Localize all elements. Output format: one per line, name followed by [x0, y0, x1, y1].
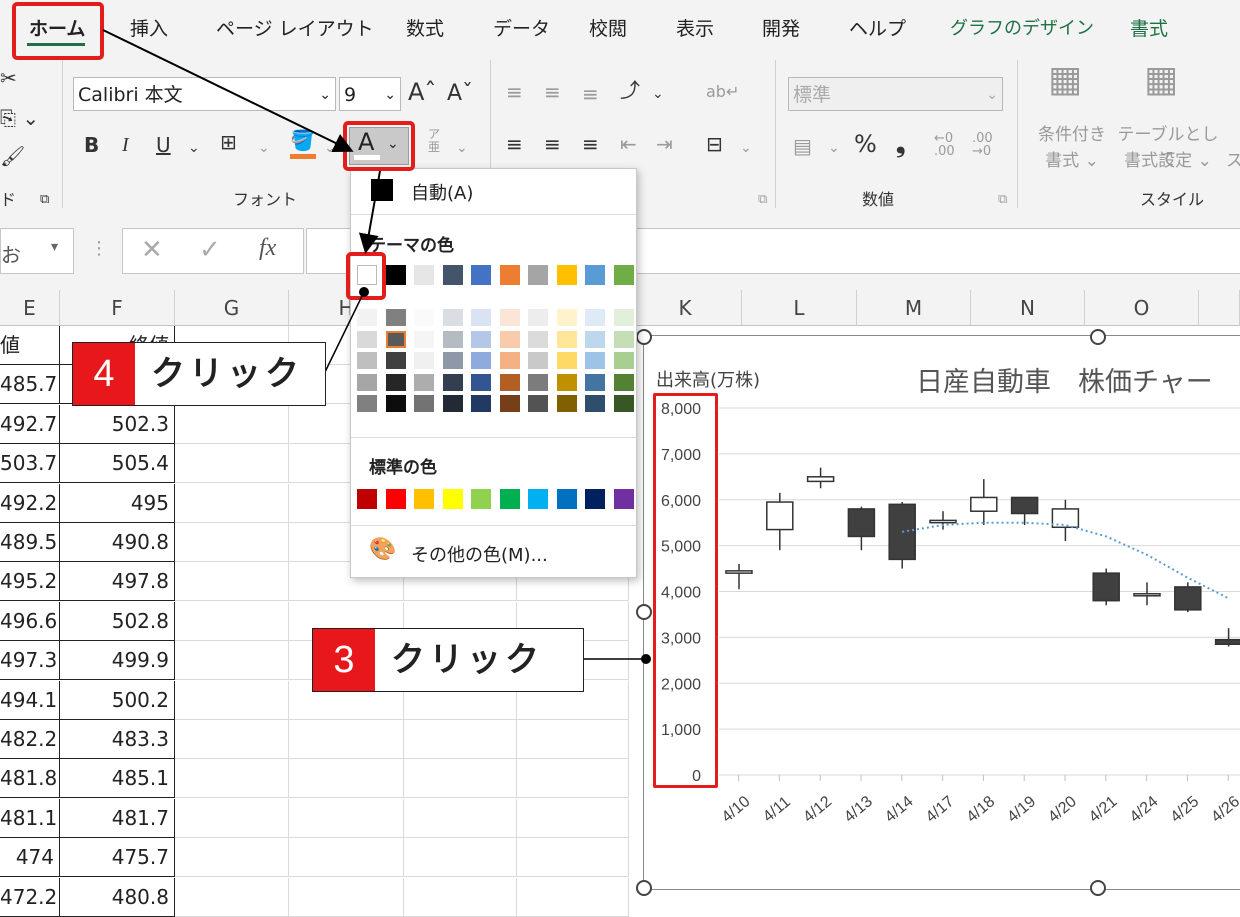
callout-step-number: 4	[73, 343, 135, 405]
callout-step-number: 3	[313, 629, 375, 691]
callout-step-text: クリック	[391, 640, 543, 680]
callout-step-4: 4 クリック	[72, 342, 326, 406]
annotation-arrows	[102, 29, 651, 664]
connector-dot	[641, 654, 651, 664]
connector-dot	[359, 287, 369, 297]
callout-step-3: 3 クリック	[312, 628, 584, 692]
arrow-home-to-font-color	[102, 29, 354, 153]
arrow-font-color-to-swatch	[358, 170, 381, 254]
connector-callout4	[324, 291, 365, 373]
callout-step-text: クリック	[151, 354, 303, 394]
